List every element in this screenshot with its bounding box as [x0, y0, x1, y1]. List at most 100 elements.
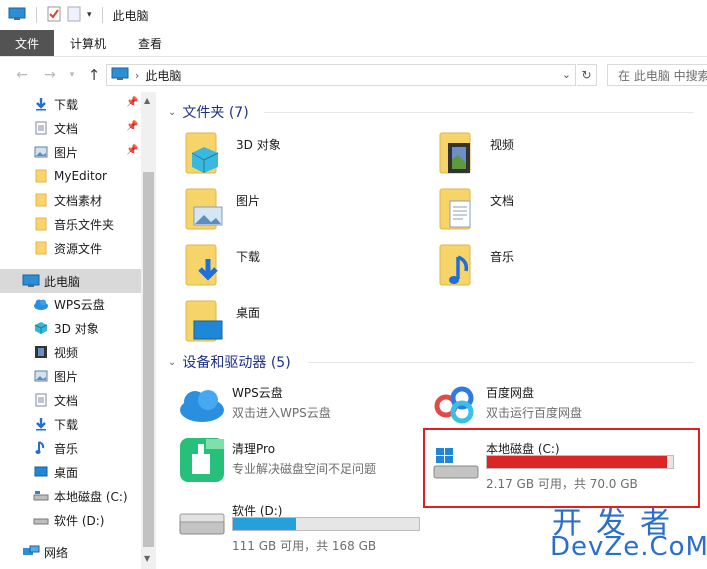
sidebar-item-documents[interactable]: 文档 📌	[0, 116, 141, 140]
folder-icon	[32, 240, 50, 256]
breadcrumb[interactable]: 此电脑	[145, 67, 181, 84]
sidebar-item-label: 视频	[54, 345, 79, 360]
quick-access-toolbar: ▾	[0, 6, 107, 25]
sidebar-item-drive-d[interactable]: 软件 (D:)	[0, 508, 141, 532]
device-baidu-netdisk[interactable]: 百度网盘 双击运行百度网盘	[414, 378, 664, 432]
sidebar-item-music-folder[interactable]: 音乐文件夹	[0, 212, 141, 236]
sidebar-item-drive-c[interactable]: 本地磁盘 (C:)	[0, 484, 141, 508]
back-arrow-icon[interactable]: ←	[12, 65, 32, 85]
sidebar-item-label: 图片	[54, 145, 79, 160]
sidebar-item-videos[interactable]: 视频	[0, 340, 141, 364]
sidebar-item-label: 本地磁盘 (C:)	[54, 489, 128, 504]
folder-documents[interactable]: 文档	[414, 184, 654, 234]
sidebar-item-label: MyEditor	[54, 169, 107, 183]
pin-icon[interactable]: 📌	[126, 145, 138, 156]
folder-label: 下载	[236, 250, 261, 264]
video-folder-icon	[436, 129, 482, 177]
disk-usage-fill	[233, 518, 297, 530]
folder-label: 3D 对象	[236, 138, 281, 152]
device-wps-cloud[interactable]: WPS云盘 双击进入WPS云盘	[160, 378, 410, 432]
sidebar-scrollbar[interactable]: ▲ ▼	[141, 92, 156, 569]
folder-label: 视频	[490, 138, 515, 152]
folder-icon	[32, 192, 50, 208]
scrollbar-thumb[interactable]	[143, 172, 154, 547]
picture-icon	[32, 144, 50, 160]
drive-icon	[32, 512, 50, 528]
refresh-icon[interactable]: ↻	[577, 64, 597, 86]
folder-pictures[interactable]: 图片	[160, 184, 400, 234]
device-drive-d[interactable]: 软件 (D:) 111 GB 可用，共 168 GB	[160, 496, 420, 553]
properties-icon[interactable]	[47, 6, 61, 25]
cleaner-pro-icon	[178, 436, 226, 482]
folder-desktop[interactable]: 桌面	[160, 296, 400, 346]
chevron-down-icon[interactable]: ⌄	[562, 68, 571, 81]
cube-folder-icon	[182, 129, 228, 177]
sidebar-item-downloads-2[interactable]: 下载	[0, 412, 141, 436]
device-description: 专业解决磁盘空间不足问题	[232, 462, 377, 476]
scroll-up-icon[interactable]: ▲	[144, 96, 150, 105]
sidebar-item-label: 文档	[54, 393, 79, 408]
device-name: WPS云盘	[232, 386, 283, 400]
sidebar-item-label: 资源文件	[54, 241, 103, 256]
forward-arrow-icon[interactable]: →	[40, 65, 60, 85]
computer-icon	[22, 273, 40, 289]
sidebar-item-3d-objects[interactable]: 3D 对象	[0, 316, 141, 340]
download-folder-icon	[182, 241, 228, 289]
device-description: 双击进入WPS云盘	[232, 406, 331, 420]
folder-music[interactable]: 音乐	[414, 240, 654, 290]
download-icon	[32, 96, 50, 112]
chevron-right-icon[interactable]: ›	[135, 69, 139, 82]
pin-icon[interactable]: 📌	[126, 121, 138, 132]
divider	[308, 362, 694, 363]
group-header-devices[interactable]: ⌄ 设备和驱动器 (5)	[168, 351, 698, 373]
folder-icon	[32, 216, 50, 232]
desktop-icon	[32, 464, 50, 480]
customize-dropdown-icon[interactable]: ▾	[87, 10, 92, 20]
new-folder-icon[interactable]	[67, 6, 81, 25]
sidebar-item-this-pc[interactable]: 此电脑	[0, 269, 141, 293]
search-input[interactable]: 在 此电脑 中搜索	[607, 64, 707, 86]
disk-space-info: 111 GB 可用，共 168 GB	[232, 539, 377, 553]
up-arrow-icon[interactable]: ↑	[84, 65, 104, 85]
device-description: 双击运行百度网盘	[486, 406, 583, 420]
tab-view[interactable]: 查看	[122, 30, 178, 56]
sidebar-item-pictures-2[interactable]: 图片	[0, 364, 141, 388]
navigation-bar: ← → ▾ ↑ › 此电脑 ⌄ ↻ 在 此电脑 中搜索	[0, 57, 707, 92]
picture-folder-icon	[182, 185, 228, 233]
chevron-down-icon[interactable]: ⌄	[168, 107, 176, 118]
recent-locations-icon[interactable]: ▾	[62, 65, 82, 85]
sidebar-item-pictures[interactable]: 图片 📌	[0, 140, 141, 164]
group-header-folders[interactable]: ⌄ 文件夹 (7)	[168, 101, 698, 123]
sidebar-item-wps-cloud[interactable]: WPS云盘	[0, 292, 141, 316]
sidebar-item-resources[interactable]: 资源文件	[0, 236, 141, 260]
picture-icon	[32, 368, 50, 384]
sidebar-item-desktop[interactable]: 桌面	[0, 460, 141, 484]
folder-downloads[interactable]: 下载	[160, 240, 400, 290]
address-bar[interactable]: › 此电脑 ⌄	[106, 64, 576, 86]
sidebar-item-downloads[interactable]: 下载 📌	[0, 92, 141, 116]
chevron-down-icon[interactable]: ⌄	[168, 357, 176, 368]
divider	[264, 112, 694, 113]
sidebar-item-myeditor[interactable]: MyEditor	[0, 164, 141, 188]
sidebar-item-doc-materials[interactable]: 文档素材	[0, 188, 141, 212]
watermark: 开发者 DevZe.CoM	[548, 498, 707, 568]
sidebar-item-label: 下载	[54, 417, 79, 432]
baidu-netdisk-icon	[432, 384, 480, 424]
download-icon	[32, 416, 50, 432]
sidebar-item-documents-2[interactable]: 文档	[0, 388, 141, 412]
sidebar-item-label: 音乐文件夹	[54, 217, 115, 232]
document-icon	[32, 120, 50, 136]
folder-videos[interactable]: 视频	[414, 128, 654, 178]
pin-icon[interactable]: 📌	[126, 97, 138, 108]
sidebar-item-music[interactable]: 音乐	[0, 436, 141, 460]
device-cleaner-pro[interactable]: 清理Pro 专业解决磁盘空间不足问题	[160, 434, 410, 488]
tab-computer[interactable]: 计算机	[54, 30, 122, 56]
device-name: 清理Pro	[232, 442, 276, 456]
folder-3d-objects[interactable]: 3D 对象	[160, 128, 400, 178]
sidebar-item-network[interactable]: 网络	[0, 540, 141, 564]
folder-label: 音乐	[490, 250, 515, 264]
scroll-down-icon[interactable]: ▼	[144, 554, 150, 563]
computer-icon	[111, 67, 129, 84]
sidebar-item-label: 3D 对象	[54, 321, 99, 336]
tab-file[interactable]: 文件	[0, 30, 55, 56]
